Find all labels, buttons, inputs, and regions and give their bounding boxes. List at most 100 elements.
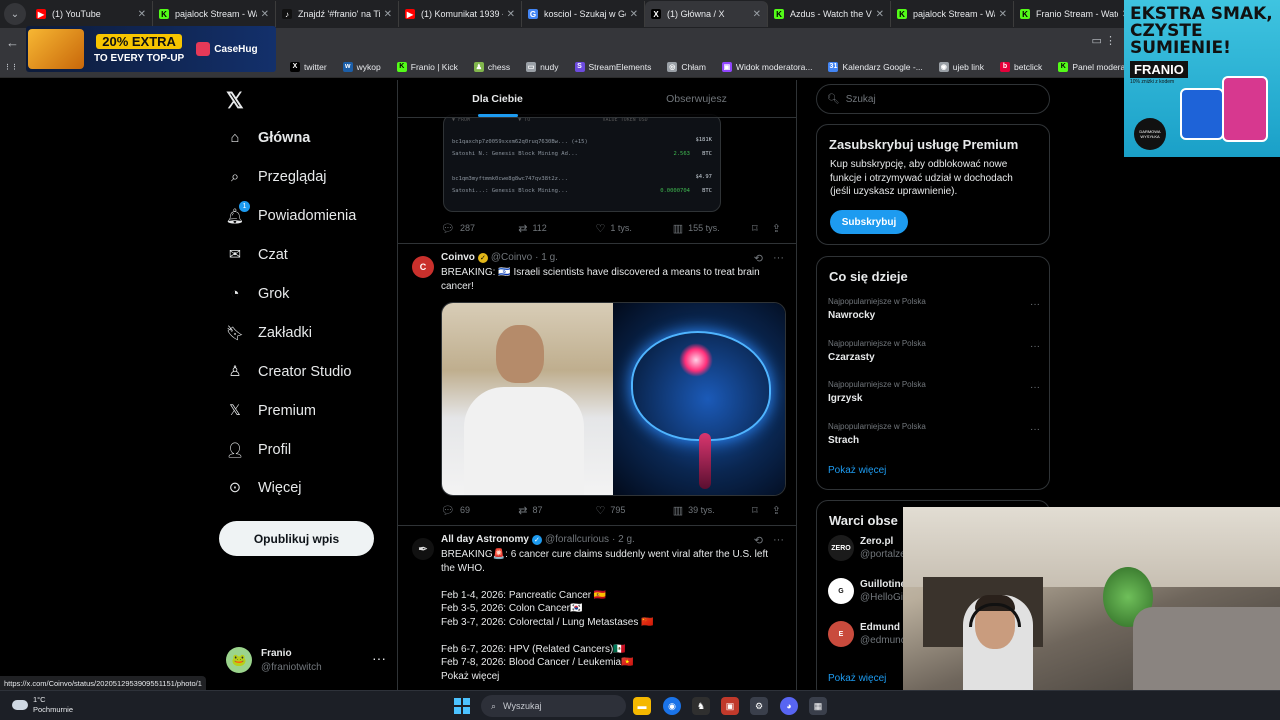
apps-grid-icon[interactable]: ⋮⋮ [4,62,20,72]
more-dots-icon[interactable]: ··· [773,534,784,547]
bookmark-item[interactable]: Xtwitter [290,61,327,72]
browser-tab[interactable]: X (1) Główna / X ✕ [645,1,768,27]
close-icon[interactable]: ✕ [138,9,146,20]
close-icon[interactable]: ✕ [999,9,1007,20]
show-more-link[interactable]: Pokaż więcej [441,670,781,684]
x-logo-icon[interactable]: 𝕏 [226,88,244,114]
bookmark-item[interactable]: ◎ Chłam [667,61,706,72]
repost-button[interactable]: ⇄ 112 [518,222,595,235]
trend-item[interactable]: Najpopularniejsze w Polska Igrzysk ··· [828,380,1040,404]
trend-item[interactable]: Najpopularniejsze w Polska Strach ··· [828,422,1040,446]
who-to-follow-item[interactable]: E Edmund @edmunc [828,621,906,647]
settings-icon[interactable]: ⚙ [750,697,768,715]
bookmark-item[interactable]: S StreamElements [574,61,651,72]
browser-tab[interactable]: Gkosciol - Szukaj w Go ✕ [522,1,645,27]
bookmark-item[interactable]: w wykop [342,61,381,72]
who-to-follow-show-more-link[interactable]: Pokaż więcej [828,673,886,684]
browser-tab[interactable]: ▶ (1) YouTube ✕ [30,1,153,27]
franio-ad-banner[interactable]: EKSTRA SMAK, CZYSTE SUMIENIE! FRANIO 10%… [1124,0,1280,157]
avatar[interactable]: ✒ [412,538,434,560]
post-media-image[interactable] [441,302,786,496]
who-to-follow-item[interactable]: ZERO Zero.pl @portalze [828,535,906,561]
taskbar-search[interactable]: ⌕ Wyszukaj [481,695,626,717]
avatar[interactable]: C [412,256,434,278]
close-icon[interactable]: ✕ [630,9,638,20]
bookmark-item[interactable]: ▭ nudy [526,61,559,72]
trend-item[interactable]: Najpopularniejsze w Polska Nawrocky ··· [828,297,1040,321]
chrome-icon[interactable]: ◉ [663,697,681,715]
trend-item[interactable]: Najpopularniejsze w Polska Czarzasty ··· [828,339,1040,363]
more-dots-icon[interactable]: ··· [1030,424,1040,435]
bookmark-item[interactable]: ▣ Widok moderatora... [721,61,812,72]
like-button[interactable]: ♡ 795 [596,504,673,517]
more-dots-icon[interactable]: ··· [773,252,784,265]
browser-tab[interactable]: K Azdus - Watch the V ✕ [768,1,891,27]
tab-following[interactable]: Obserwujesz [597,80,796,117]
post-button[interactable]: Opublikuj wpis [219,521,374,556]
browser-tab[interactable]: ♪ Znajdź '#franio' na Ti ✕ [276,1,399,27]
bookmark-item[interactable]: 31 Kalendarz Google -... [828,61,923,72]
back-arrow-icon[interactable]: ← [6,35,26,50]
calculator-icon[interactable]: ▦ [809,697,827,715]
reply-button[interactable]: 💬︎ 287 [441,222,518,235]
bookmark-button[interactable]: ⌑ [752,504,772,517]
bookmark-item[interactable]: ♟ chess [473,61,510,72]
browser-tab[interactable]: KFranio Stream - Watc✕ [1014,1,1137,27]
browser-tab[interactable]: ▶ (1) Komunikat 1939 - ✕ [399,1,522,27]
repost-button[interactable]: ⇄ 87 [518,504,595,517]
more-dots-icon[interactable]: ··· [1030,341,1040,352]
sidebar-item-premium[interactable]: 𝕏 Premium [226,396,316,426]
views-button[interactable]: ▥ 155 tys. [673,222,752,235]
author-name[interactable]: Coinvo [441,252,475,263]
casehug-ad-banner[interactable]: 20% EXTRA TO EVERY TOP-UP CaseHug [26,26,276,72]
like-button[interactable]: ♡ 1 tys. [596,222,673,235]
transaction-screenshot-image[interactable]: ▼ FROM ▼ TO VALUE TOKEN USD bc1qaxchp7z0… [443,114,721,212]
file-explorer-icon[interactable]: ▬ [633,697,651,715]
tab-for-you[interactable]: Dla Ciebie [398,80,597,117]
trends-show-more-link[interactable]: Pokaż więcej [828,465,886,476]
sidebar-item-creator-studio[interactable]: ♙ Creator Studio [226,357,352,387]
grok-icon[interactable]: ⟲ [754,534,763,547]
author-name[interactable]: All day Astronomy [441,534,529,545]
close-icon[interactable]: ✕ [753,9,761,20]
reply-button[interactable]: 💬︎ 69 [441,504,518,517]
app-icon[interactable]: ♞ [692,697,710,715]
sidebar-item-profil[interactable]: 👤︎ Profil [226,435,291,465]
sidebar-item-przeglądaj[interactable]: ⌕ Przeglądaj [226,162,327,192]
sidebar-item-więcej[interactable]: ⊙ Więcej [226,473,302,503]
extensions-icon[interactable]: ▭ ⋮ [1092,34,1116,47]
sidebar-item-zakładki[interactable]: 🔖︎ Zakładki [226,318,312,348]
post-time[interactable]: · 1 g. [535,252,558,263]
tab-search-button[interactable]: ⌄ [4,3,26,25]
start-button[interactable] [454,698,470,714]
close-icon[interactable]: ✕ [507,9,515,20]
share-button[interactable]: ⇪ [772,504,786,517]
close-icon[interactable]: ✕ [261,9,269,20]
weather-widget[interactable]: 1°C Pochmurnie [12,695,73,715]
share-button[interactable]: ⇪ [772,222,786,235]
close-icon[interactable]: ✕ [384,9,392,20]
sidebar-item-czat[interactable]: ✉ Czat [226,240,288,270]
account-switcher[interactable]: 🐸 Franio @franiotwitch ··· [226,642,386,678]
close-icon[interactable]: ✕ [876,9,884,20]
subscribe-button[interactable]: Subskrybuj [830,210,908,234]
sidebar-item-powiadomienia[interactable]: 🔔︎ 1 Powiadomienia [226,201,356,231]
post-all-day-astronomy[interactable]: ✒ All day Astronomy ✓ @forallcurious · 2… [398,526,796,690]
more-dots-icon[interactable]: ··· [372,650,386,666]
bookmark-item[interactable]: ◉ ujeb link [938,61,984,72]
sidebar-item-grok[interactable]: ◔ Grok [226,279,290,309]
more-dots-icon[interactable]: ··· [1030,299,1040,310]
app-icon[interactable]: ▣ [721,697,739,715]
bookmark-item[interactable]: K Franio | Kick [396,61,458,72]
bookmark-button[interactable]: ⌑ [752,222,772,235]
bookmark-item[interactable]: b betclick [999,61,1042,72]
more-dots-icon[interactable]: ··· [1030,382,1040,393]
discord-icon[interactable]: ◕ [780,697,798,715]
sidebar-item-główna[interactable]: ⌂ Główna [226,123,311,153]
browser-tab[interactable]: Kpajalock Stream - Wa ✕ [891,1,1014,27]
who-to-follow-item[interactable]: G Guillotine @HelloGi [828,578,906,604]
search-input[interactable]: 🔍︎ Szukaj [816,84,1050,114]
post-time[interactable]: · 2 g. [612,534,635,545]
author-handle[interactable]: @forallcurious [545,534,609,545]
grok-icon[interactable]: ⟲ [754,252,763,265]
